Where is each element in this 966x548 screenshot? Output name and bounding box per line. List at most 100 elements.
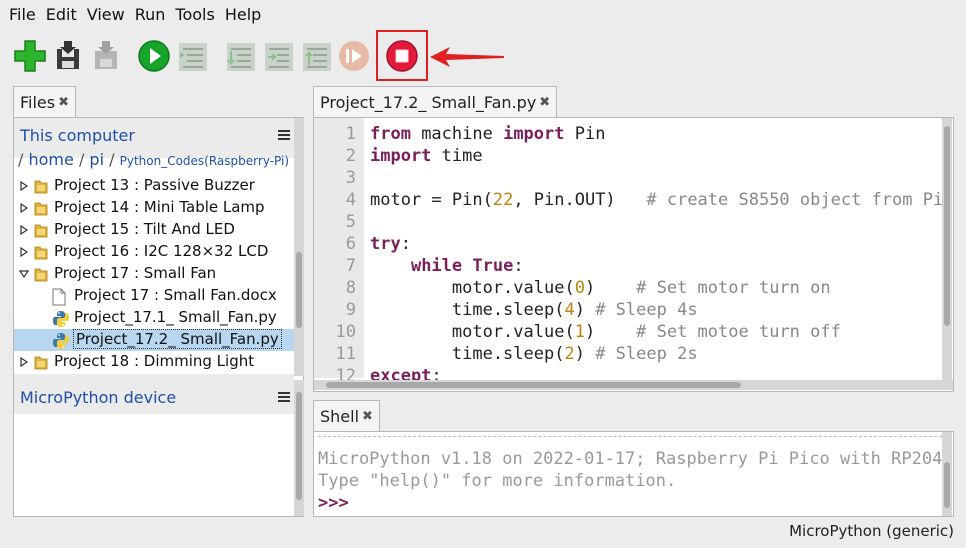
code-token: # Sleep 2s <box>595 344 698 364</box>
breadcrumb-pi[interactable]: pi <box>89 150 104 169</box>
tree-folder[interactable]: Project 13 : Passive Buzzer <box>14 175 294 197</box>
micropython-device-header: MicroPython device <box>14 374 294 414</box>
upload-icon <box>95 41 117 69</box>
code-token: 1 <box>574 322 585 342</box>
line-number: 3 <box>345 168 356 188</box>
resume-button[interactable] <box>336 38 372 74</box>
code-token: ) <box>574 344 596 364</box>
chevron-right-icon[interactable] <box>19 225 29 235</box>
interpreter-status[interactable]: MicroPython (generic) <box>789 522 954 540</box>
tree-file[interactable]: Project 17 : Small Fan.docx <box>14 285 294 307</box>
folder-icon <box>34 244 48 264</box>
close-icon[interactable]: ✖ <box>362 409 373 424</box>
menu-tools[interactable]: Tools <box>170 0 219 30</box>
files-scrollbar[interactable] <box>294 118 304 376</box>
step-over-button[interactable] <box>222 38 258 74</box>
folder-icon <box>34 200 48 220</box>
code-line: motor.value(0) # Set motor turn on <box>370 278 831 298</box>
shell-prompt[interactable]: >>> <box>318 493 349 513</box>
tree-item-label: Project_17.1_ Small_Fan.py <box>74 308 277 326</box>
stop-highlight-frame <box>376 30 428 81</box>
run-button[interactable] <box>136 38 172 74</box>
debug-icon <box>179 43 207 71</box>
folder-icon <box>34 222 48 242</box>
menu-view[interactable]: View <box>82 0 130 30</box>
chevron-right-icon[interactable] <box>19 357 29 367</box>
code-line: motor.value(1) # Set motoe turn off <box>370 322 841 342</box>
close-icon[interactable]: ✖ <box>539 95 550 110</box>
scroll-thumb[interactable] <box>944 126 950 326</box>
new-file-icon <box>14 40 46 72</box>
code-token: time <box>431 146 483 166</box>
code-token: machine <box>410 124 504 144</box>
breadcrumb-folder[interactable]: Python_Codes(Raspberry-Pi) <box>120 154 289 168</box>
tree-folder[interactable]: Project 15 : Tilt And LED <box>14 219 294 241</box>
code-token: # Sleep 4s <box>595 300 698 320</box>
scroll-thumb[interactable] <box>944 462 950 508</box>
editor-horizontal-scrollbar[interactable] <box>314 380 953 390</box>
tree-item-label: Project 17 : Small Fan.docx <box>74 286 277 304</box>
step-into-button[interactable] <box>260 38 296 74</box>
step-out-icon <box>303 43 331 71</box>
tree-file[interactable]: Project_17.1_ Small_Fan.py <box>14 307 294 329</box>
tree-folder[interactable]: Project 16 : I2C 128×32 LCD <box>14 241 294 263</box>
line-number: 5 <box>345 212 356 232</box>
tree-item-label: Project 18 : Dimming Light <box>54 352 255 370</box>
debug-button[interactable] <box>174 38 210 74</box>
code-line: try: <box>370 234 411 254</box>
code-token: from <box>370 124 411 144</box>
tab-editor-file[interactable]: Project_17.2_ Small_Fan.py ✖ <box>313 86 558 118</box>
tree-folder[interactable]: Project 14 : Mini Table Lamp <box>14 197 294 219</box>
resume-icon <box>339 41 369 71</box>
line-number-gutter: 1 2 3 4 5 6 7 8 9 10 11 12 <box>314 118 364 386</box>
tree-folder[interactable]: Project 17 : Small Fan <box>14 263 294 285</box>
folder-icon <box>34 178 48 198</box>
upload-button[interactable] <box>88 38 124 74</box>
shell-banner-line: MicroPython v1.18 on 2022-01-17; Raspber… <box>318 449 953 469</box>
tab-files[interactable]: Files ✖ <box>13 86 77 118</box>
menu-edit[interactable]: Edit <box>41 0 82 30</box>
tree-folder[interactable]: Project 18 : Dimming Light <box>14 351 294 373</box>
line-number: 10 <box>335 322 356 342</box>
breadcrumb-separator: / <box>109 150 115 169</box>
scroll-thumb[interactable] <box>326 382 741 388</box>
code-line: motor = Pin(22, Pin.OUT) # create S8550 … <box>370 190 953 210</box>
chevron-right-icon[interactable] <box>19 181 29 191</box>
menu-file[interactable]: File <box>4 0 41 30</box>
new-file-button[interactable] <box>12 38 48 74</box>
breadcrumb-home[interactable]: home <box>28 150 73 169</box>
menu-icon[interactable] <box>278 392 290 402</box>
chevron-right-icon[interactable] <box>19 247 29 257</box>
code-line: while True: <box>370 256 524 276</box>
menu-run[interactable]: Run <box>130 0 171 30</box>
menu-icon[interactable] <box>278 130 290 140</box>
code-editor[interactable]: 1 2 3 4 5 6 7 8 9 10 11 12 from machine import Pin i… <box>313 117 954 392</box>
tree-file[interactable]: Project_17.2_ Small_Fan.py <box>14 329 294 351</box>
device-scrollbar[interactable] <box>294 380 304 516</box>
folder-icon <box>34 266 48 286</box>
save-button[interactable] <box>50 38 86 74</box>
scroll-thumb[interactable] <box>296 392 302 500</box>
editor-vertical-scrollbar[interactable] <box>942 118 952 380</box>
code-token: , Pin.OUT) <box>513 190 647 210</box>
close-icon[interactable]: ✖ <box>58 95 69 110</box>
tree-item-label: Project 15 : Tilt And LED <box>54 220 235 238</box>
code-token: ) <box>584 278 637 298</box>
menu-help[interactable]: Help <box>220 0 266 30</box>
shell-console[interactable]: MicroPython v1.18 on 2022-01-17; Raspber… <box>313 431 954 517</box>
scroll-thumb[interactable] <box>296 252 302 328</box>
files-panel: This computer / home / pi / Python_Codes… <box>13 117 304 517</box>
breadcrumb: / home / pi / Python_Codes(Raspberry-Pi) <box>18 150 289 169</box>
tab-files-label: Files <box>20 93 56 112</box>
step-out-button[interactable] <box>298 38 334 74</box>
shell-scrollbar[interactable] <box>942 432 952 516</box>
folder-icon <box>34 354 48 374</box>
code-token: 2 <box>564 344 575 364</box>
code-token: time.sleep( <box>370 344 565 364</box>
chevron-down-icon[interactable] <box>19 269 29 279</box>
tab-shell[interactable]: Shell ✖ <box>313 400 380 432</box>
chevron-right-icon[interactable] <box>19 203 29 213</box>
code-token: True <box>472 256 514 276</box>
code-token: # Set motoe turn off <box>636 322 841 342</box>
